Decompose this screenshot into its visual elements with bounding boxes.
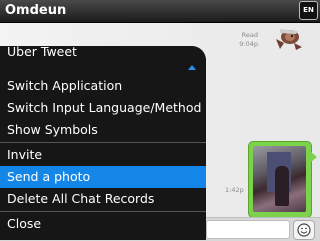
menu-divider: [0, 211, 206, 212]
chat-title: Omdeun: [5, 3, 67, 18]
menu-item-send-photo[interactable]: Send a photo: [0, 166, 206, 188]
menu-divider: [0, 142, 206, 143]
menu-item-invite[interactable]: Invite: [0, 144, 206, 166]
character-sticker-icon[interactable]: [268, 25, 308, 51]
menu-item-uber-tweet[interactable]: Uber Tweet: [0, 46, 206, 63]
menu-item-switch-application[interactable]: Switch Application: [0, 75, 206, 97]
read-status: Read: [241, 31, 258, 39]
menu-item-close[interactable]: Close: [0, 213, 206, 235]
chevron-up-icon[interactable]: [188, 65, 196, 70]
smiley-icon[interactable]: [293, 220, 315, 240]
photo-message-bubble[interactable]: [248, 141, 317, 218]
read-time: 9:04p: [239, 40, 258, 48]
menu-item-show-symbols[interactable]: Show Symbols: [0, 119, 206, 141]
read-receipt: Read 9:04p: [238, 31, 258, 49]
title-bar: Omdeun EN: [0, 0, 320, 23]
sent-photo[interactable]: [253, 146, 306, 212]
menu-item-delete-chat-records[interactable]: Delete All Chat Records: [0, 188, 206, 210]
message-input[interactable]: [206, 220, 290, 239]
menu-item-switch-input-language[interactable]: Switch Input Language/Method: [0, 97, 206, 119]
input-language-indicator[interactable]: EN: [299, 1, 318, 20]
context-menu: Uber Tweet Switch Application Switch Inp…: [0, 46, 206, 240]
message-time: 1:42p: [225, 186, 244, 194]
